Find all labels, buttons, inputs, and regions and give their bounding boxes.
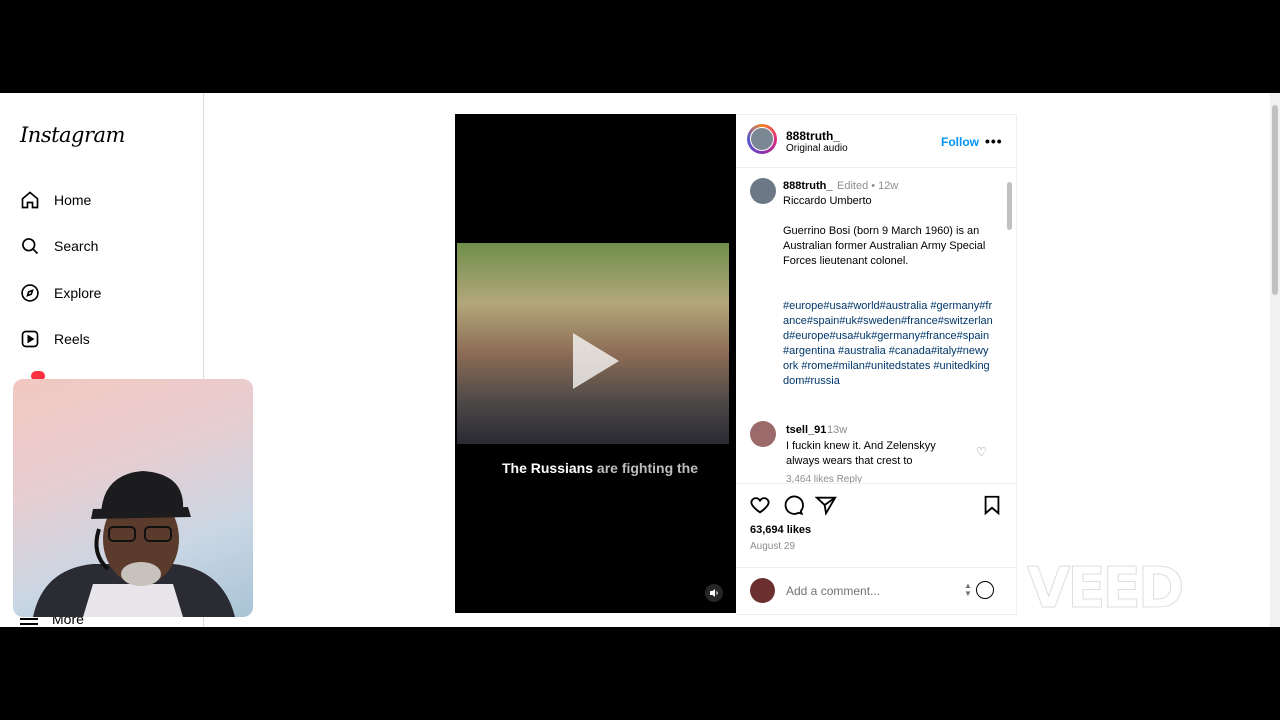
bookmark-icon[interactable] [981, 494, 1003, 516]
reels-icon [21, 330, 39, 348]
post-panel: 888truth_ Original audio Follow ••• 888t… [736, 114, 1017, 615]
scrollbar-thumb[interactable] [1272, 105, 1278, 295]
veed-watermark: VEED [1026, 556, 1184, 622]
likes-count[interactable]: 63,694 likes [750, 524, 811, 536]
follow-button[interactable]: Follow [941, 135, 979, 149]
more-options-icon[interactable]: ••• [985, 133, 1003, 149]
sidebar-item-explore[interactable]: Explore [20, 281, 101, 305]
instagram-logo[interactable]: Instagram [20, 123, 125, 147]
caption-username[interactable]: 888truth_ [783, 180, 833, 192]
webcam-overlay [13, 379, 253, 617]
search-icon [22, 238, 39, 255]
caption-hashtags[interactable]: #europe#usa#world#australia #germany#fra… [783, 299, 993, 389]
resize-arrows-icon: ▲ ▼ [964, 581, 972, 598]
caption-text: Guerrino Bosi (born 9 March 1960) is an … [783, 225, 986, 267]
play-icon[interactable] [573, 333, 619, 389]
reel-video-player[interactable]: The Russians are fighting the [455, 114, 736, 613]
post-actions: 63,694 likes August 29 [736, 483, 1016, 566]
add-comment-bar: Add a comment... ▲ ▼ [736, 567, 1016, 614]
avatar[interactable] [750, 421, 776, 447]
sidebar-item-label: Home [54, 192, 92, 208]
sidebar-item-reels[interactable]: Reels [20, 327, 90, 351]
sidebar-item-search[interactable]: Search [20, 234, 98, 258]
post-username[interactable]: 888truth_ [786, 129, 840, 143]
audio-label[interactable]: Original audio [786, 143, 848, 154]
comments-scrollbar[interactable] [1005, 170, 1013, 480]
compass-icon [21, 284, 39, 302]
post-date: August 29 [750, 541, 796, 552]
subtitle-rest: are fighting the [593, 460, 699, 476]
volume-icon[interactable] [705, 584, 723, 602]
comment-input[interactable]: Add a comment... [786, 584, 880, 598]
heart-icon[interactable] [749, 494, 771, 516]
emoji-icon[interactable] [976, 581, 994, 599]
sidebar-item-label: Search [54, 238, 99, 254]
sidebar-item-label: Explore [54, 285, 102, 301]
comment-like-icon[interactable]: ♡ [976, 445, 987, 459]
person-image [33, 471, 235, 617]
avatar [750, 578, 775, 603]
caption-name: Riccardo Umberto [783, 195, 872, 207]
comment-username[interactable]: tsell_91 [786, 424, 826, 436]
comments-list[interactable]: 888truth_ Edited • 12w Riccardo Umberto … [736, 168, 1016, 483]
scrollbar-thumb[interactable] [1007, 182, 1012, 230]
sidebar-item-home[interactable]: Home [20, 188, 91, 212]
comment-likes[interactable]: 3,464 likes Reply [786, 474, 862, 483]
page-scrollbar[interactable] [1270, 93, 1280, 627]
caption-meta: Edited • 12w [837, 180, 899, 192]
sidebar-item-label: Reels [54, 331, 90, 347]
video-subtitle: The Russians are fighting the [455, 460, 736, 476]
share-icon[interactable] [815, 494, 837, 516]
post-header: 888truth_ Original audio Follow ••• [736, 115, 1016, 168]
comment-icon[interactable] [782, 494, 804, 516]
comment-time: 13w [827, 424, 848, 436]
avatar[interactable] [747, 124, 777, 154]
subtitle-highlight: The Russians [501, 460, 594, 476]
avatar[interactable] [750, 178, 776, 204]
video-frame [457, 243, 729, 444]
comment-text: I fuckin knew it. And Zelenskyy always w… [786, 440, 936, 467]
home-icon [21, 191, 39, 209]
